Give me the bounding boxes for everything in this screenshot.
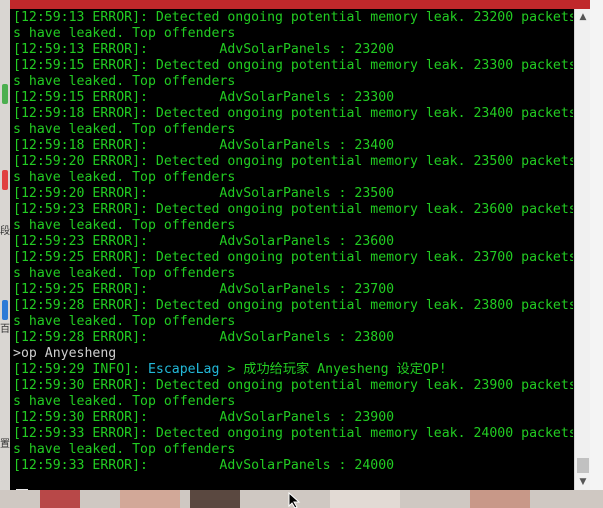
console-log-line: [12:59:28 ERROR]: AdvSolarPanels : 23800 [13, 330, 395, 345]
background-icon [2, 84, 8, 104]
console-log-line: s have leaked. Top offenders [13, 394, 236, 409]
console-log-line: s have leaked. Top offenders [13, 266, 236, 281]
background-window-left: 段 百 置 [0, 0, 10, 508]
console-log-line: [12:59:33 ERROR]: Detected ongoing poten… [13, 426, 573, 441]
console-log-line: s have leaked. Top offenders [13, 26, 236, 41]
console-log-line: s have leaked. Top offenders [13, 122, 236, 137]
console-log-line: [12:59:15 ERROR]: AdvSolarPanels : 23300 [13, 90, 395, 105]
console-log-line: [12:59:23 ERROR]: AdvSolarPanels : 23600 [13, 234, 395, 249]
log-message: > 成功给玩家 Anyesheng 设定OP! [219, 362, 447, 377]
console-output[interactable]: [12:59:13 ERROR]: Detected ongoing poten… [10, 9, 574, 490]
console-log-line: [12:59:20 ERROR]: Detected ongoing poten… [13, 154, 573, 169]
console-log-line: [12:59:28 ERROR]: Detected ongoing poten… [13, 298, 573, 313]
console-log-line: s have leaked. Top offenders [13, 218, 236, 233]
background-icon [2, 300, 8, 320]
chevron-up-icon[interactable]: ▲ [575, 9, 591, 25]
background-icon [2, 170, 8, 190]
log-prefix: [12:59:29 INFO]: [13, 362, 148, 377]
console-log-line: s have leaked. Top offenders [13, 314, 236, 329]
console-log-line: [12:59:18 ERROR]: AdvSolarPanels : 23400 [13, 138, 395, 153]
scrollbar-thumb[interactable] [577, 458, 589, 473]
console-lines: [12:59:13 ERROR]: Detected ongoing poten… [13, 10, 573, 474]
console-log-line: [12:59:30 ERROR]: Detected ongoing poten… [13, 378, 573, 393]
console-log-line: [12:59:25 ERROR]: Detected ongoing poten… [13, 250, 573, 265]
background-glyph: 置 [0, 439, 10, 450]
mouse-pointer-icon [288, 492, 301, 508]
console-scrollbar[interactable]: ▲ ▼ [574, 9, 591, 490]
window-border [590, 0, 603, 490]
background-glyph: 百 [0, 324, 10, 335]
console-log-line: [12:59:20 ERROR]: AdvSolarPanels : 23500 [13, 186, 395, 201]
console-log-line: [12:59:25 ERROR]: AdvSolarPanels : 23700 [13, 282, 395, 297]
console-log-line: [12:59:13 ERROR]: Detected ongoing poten… [13, 10, 573, 25]
console-info-line: [12:59:29 INFO]: EscapeLag > 成功给玩家 Anyes… [13, 362, 573, 378]
log-source: EscapeLag [147, 362, 220, 377]
console-log-line: [12:59:13 ERROR]: AdvSolarPanels : 23200 [13, 42, 395, 57]
console-log-line: [12:59:30 ERROR]: AdvSolarPanels : 23900 [13, 410, 395, 425]
console-log-line: s have leaked. Top offenders [13, 170, 236, 185]
console-command-line: >op Anyesheng [13, 346, 117, 361]
console-log-line: [12:59:33 ERROR]: AdvSolarPanels : 24000 [13, 458, 395, 473]
console-log-line: [12:59:15 ERROR]: Detected ongoing poten… [13, 58, 573, 73]
chevron-down-icon[interactable]: ▼ [575, 474, 591, 490]
console-log-line: [12:59:18 ERROR]: Detected ongoing poten… [13, 106, 573, 121]
console-log-line: s have leaked. Top offenders [13, 74, 236, 89]
console-log-line: s have leaked. Top offenders [13, 442, 236, 457]
console-log-line: [12:59:23 ERROR]: Detected ongoing poten… [13, 202, 573, 217]
window-titlebar[interactable] [10, 0, 600, 9]
background-glyph: 段 [0, 226, 10, 237]
